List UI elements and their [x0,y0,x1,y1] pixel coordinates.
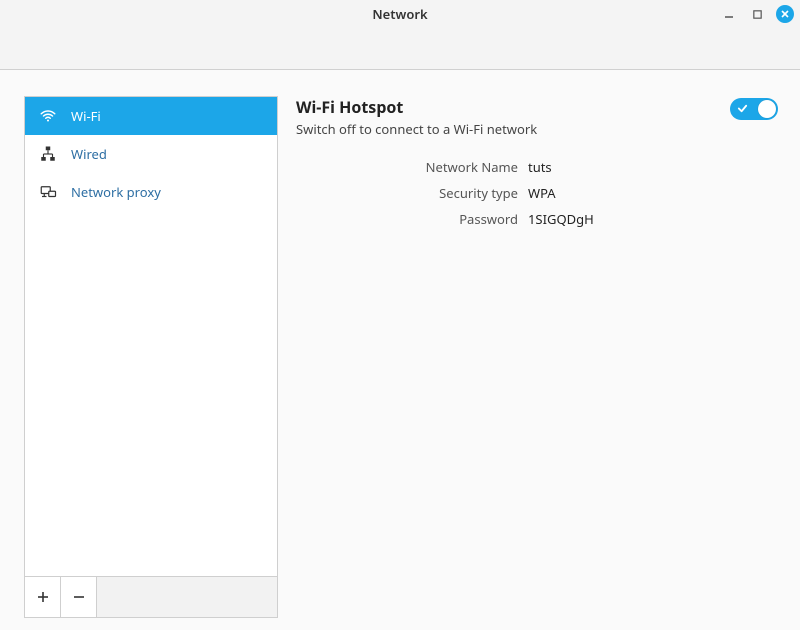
detail-value: WPA [528,184,556,202]
detail-value: 1SIGQDgH [528,210,594,228]
content-header-texts: Wi-Fi Hotspot Switch off to connect to a… [296,96,537,138]
sidebar-item-wifi[interactable]: Wi-Fi [25,97,277,135]
close-button[interactable] [776,5,794,23]
wifi-icon [39,107,57,125]
sidebar-item-proxy[interactable]: Network proxy [25,173,277,211]
content-title: Wi-Fi Hotspot [296,96,537,118]
titlebar: Network [0,0,800,28]
hotspot-details: Network Name tuts Security type WPA Pass… [296,158,778,236]
sidebar-item-wired[interactable]: Wired [25,135,277,173]
detail-label: Password [296,210,528,228]
proxy-icon [39,183,57,201]
hotspot-toggle[interactable] [730,98,778,120]
detail-value: tuts [528,158,552,176]
check-icon [737,103,748,116]
detail-row-security-type: Security type WPA [296,184,778,210]
detail-row-password: Password 1SIGQDgH [296,210,778,236]
toolbar [0,28,800,70]
remove-connection-button[interactable] [61,577,97,617]
wired-icon [39,145,57,163]
detail-row-network-name: Network Name tuts [296,158,778,184]
content-subtitle: Switch off to connect to a Wi-Fi network [296,120,537,138]
minimize-button[interactable] [720,5,738,23]
window-title: Network [372,5,427,23]
maximize-button[interactable] [748,5,766,23]
sidebar: Wi-Fi Wired [24,96,278,576]
detail-label: Security type [296,184,528,202]
window-controls [720,0,794,28]
sidebar-container: Wi-Fi Wired [0,70,278,630]
network-settings-window: Network [0,0,800,630]
body: Wi-Fi Wired [0,70,800,630]
content-header: Wi-Fi Hotspot Switch off to connect to a… [296,96,778,138]
add-connection-button[interactable] [25,577,61,617]
sidebar-item-label: Network proxy [71,183,161,201]
content-pane: Wi-Fi Hotspot Switch off to connect to a… [278,70,800,630]
detail-label: Network Name [296,158,528,176]
sidebar-item-label: Wi-Fi [71,107,101,125]
sidebar-footer [24,576,278,618]
sidebar-item-label: Wired [71,145,107,163]
toggle-knob [758,100,776,118]
